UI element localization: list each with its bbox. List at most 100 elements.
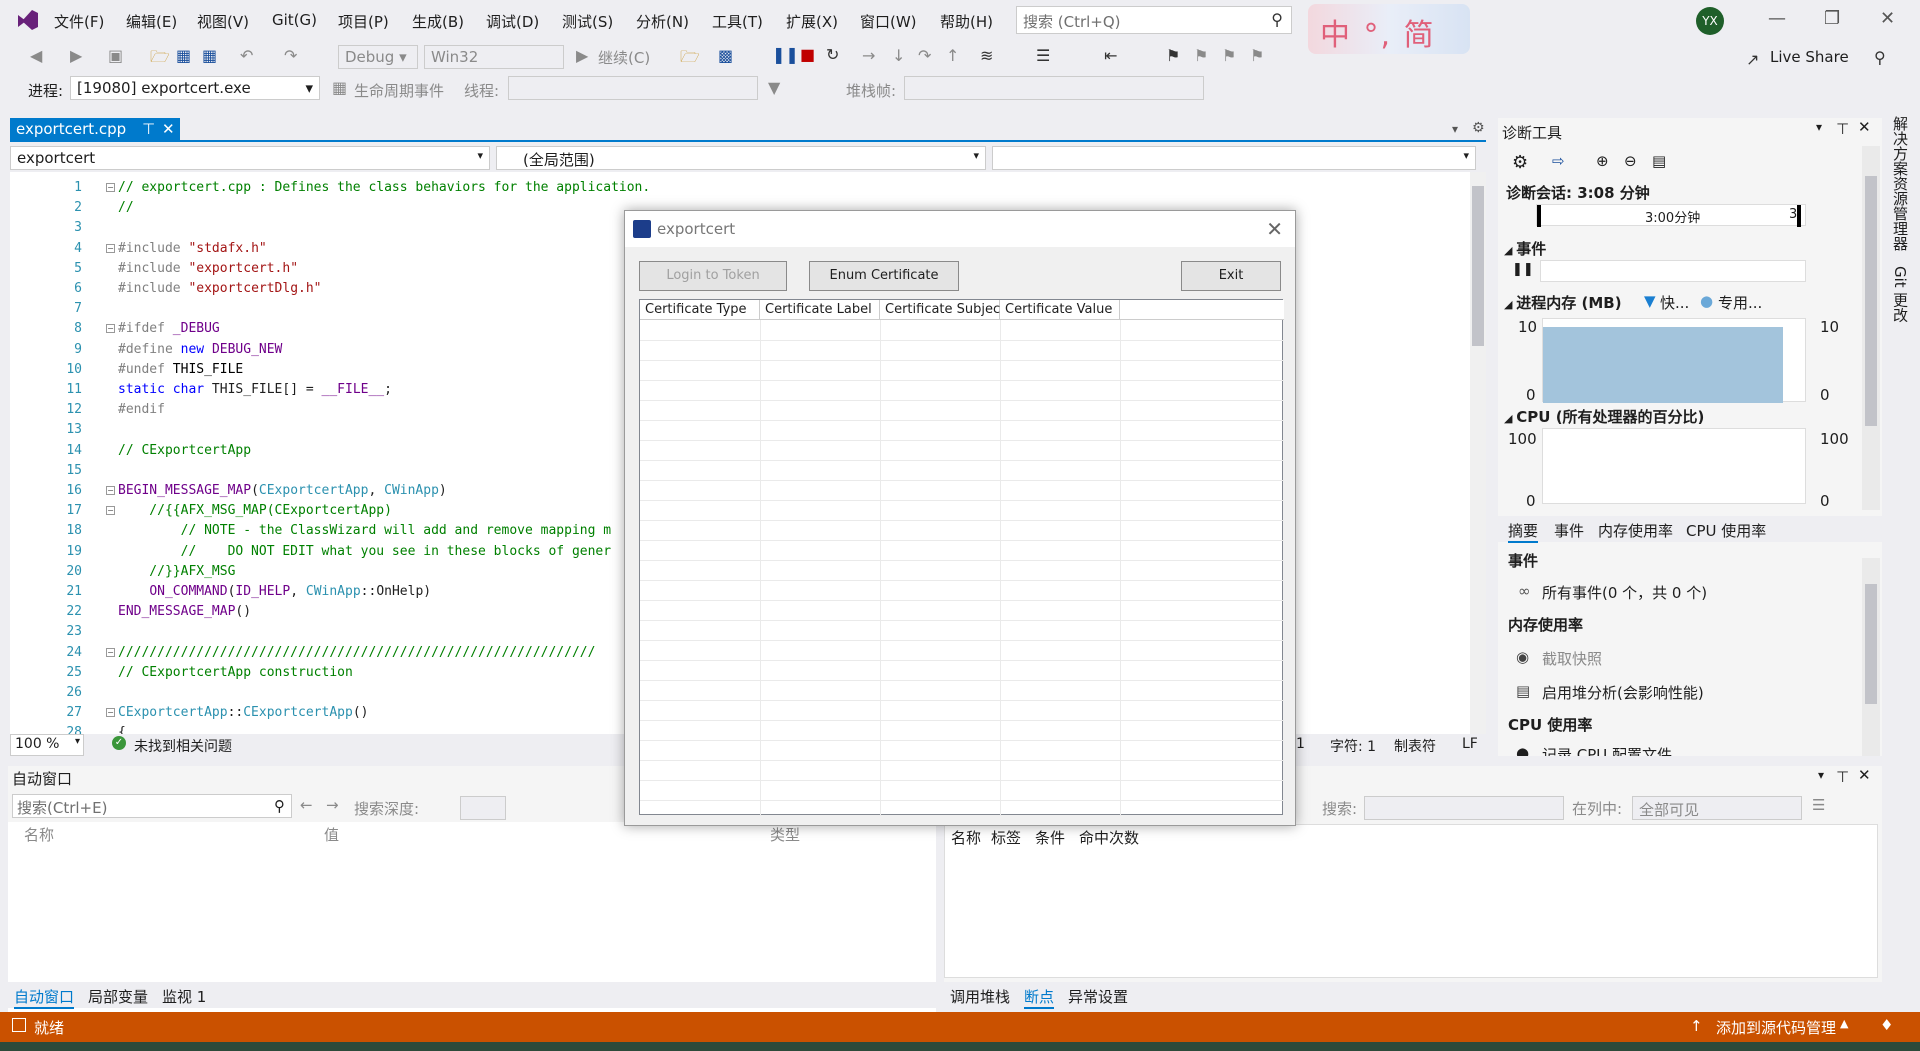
certificate-list[interactable]: Certificate Type Certificate Label Certi… (639, 299, 1284, 816)
bps-menu-icon[interactable]: ▾ (1818, 768, 1824, 782)
code-line[interactable]: ////////////////////////////////////////… (118, 645, 595, 660)
project-dropdown[interactable]: exportcert ▾ (10, 146, 490, 170)
continue-button[interactable]: 继续(C) (598, 47, 650, 68)
timeline-start-handle[interactable] (1537, 205, 1541, 227)
filter-icon[interactable]: ▼ (768, 78, 780, 97)
col-certificate-type[interactable]: Certificate Type (640, 300, 760, 320)
code-line[interactable]: // exportcert.cpp : Defines the class be… (118, 180, 650, 195)
clear-bookmarks-icon[interactable]: ⚑ (1250, 46, 1264, 65)
menu-window[interactable]: 窗口(W) (860, 11, 917, 32)
tab-cpu-usage[interactable]: CPU 使用率 (1686, 520, 1766, 541)
menu-view[interactable]: 视图(V) (197, 11, 249, 32)
code-line[interactable]: #include "exportcertDlg.h" (118, 281, 322, 296)
col-bp-name[interactable]: 名称 (951, 827, 981, 848)
chart-icon[interactable]: ▤ (1652, 152, 1666, 170)
forward-icon[interactable]: ▶ (70, 46, 82, 65)
tabs-status[interactable]: 制表符 (1394, 736, 1436, 756)
char-status[interactable]: 字符: 1 (1330, 736, 1376, 756)
step-over-icon[interactable]: ↷ (918, 46, 931, 65)
tab-summary[interactable]: 摘要 (1508, 520, 1539, 543)
tab-exportcert-cpp[interactable]: exportcert.cpp ⊤ ✕ (10, 118, 180, 142)
new-item-icon[interactable]: ▣ (108, 46, 123, 65)
add-to-source-control[interactable]: 添加到源代码管理 (1716, 1017, 1836, 1038)
diag-menu-icon[interactable]: ▾ (1816, 120, 1822, 134)
config-dropdown[interactable]: Debug ▾ (338, 45, 418, 69)
code-line[interactable]: // DO NOT EDIT what you see in these blo… (118, 544, 611, 559)
show-next-statement-icon[interactable]: → (862, 46, 875, 65)
open-folder-icon[interactable]: 🗁 (150, 46, 170, 73)
col-certificate-value[interactable]: Certificate Value (1000, 300, 1120, 320)
zoom-in-icon[interactable]: ⊕ (1596, 152, 1609, 170)
code-line[interactable]: //{{AFX_MSG_MAP(CExportcertApp) (118, 503, 392, 518)
menu-build[interactable]: 生成(B) (412, 11, 464, 32)
memory-graph[interactable] (1542, 318, 1806, 403)
menu-help[interactable]: 帮助(H) (940, 11, 993, 32)
restore-icon[interactable]: ❐ (1824, 8, 1840, 29)
code-line[interactable]: // NOTE - the ClassWizard will add and r… (118, 523, 611, 538)
col-certificate-subject[interactable]: Certificate Subject (880, 300, 1005, 320)
code-line[interactable]: BEGIN_MESSAGE_MAP(CExportcertApp, CWinAp… (118, 483, 447, 498)
col-bp-hitcount[interactable]: 命中次数 (1079, 827, 1139, 848)
pause-icon[interactable]: ❚❚ (772, 45, 799, 64)
back-icon[interactable]: ◀ (30, 46, 42, 65)
step-out-icon[interactable]: ↑ (946, 46, 959, 65)
feedback-icon[interactable]: ⚲ (1874, 48, 1886, 67)
code-line[interactable]: // CExportcertApp (118, 443, 251, 458)
login-to-token-button[interactable]: Login to Token (639, 261, 787, 291)
avatar[interactable]: YX (1696, 7, 1724, 35)
dialog-close-icon[interactable]: ✕ (1266, 217, 1283, 241)
save-icon[interactable]: ▦ (176, 46, 191, 65)
restart-icon[interactable]: ↻ (826, 45, 839, 64)
line-number-status[interactable]: 1 (1296, 736, 1305, 752)
line-ending-status[interactable]: LF (1462, 736, 1478, 752)
fold-toggle-icon[interactable]: − (106, 708, 115, 718)
undo-icon[interactable]: ↶ (240, 46, 253, 65)
menu-tools[interactable]: 工具(T) (712, 11, 763, 32)
code-line[interactable]: CExportcertApp::CExportcertApp() (118, 705, 368, 720)
diag-export-icon[interactable]: ⇨ (1552, 152, 1565, 170)
code-line[interactable]: // CExportcertApp construction (118, 665, 353, 680)
tab-memory-usage[interactable]: 内存使用率 (1598, 520, 1673, 541)
save-all-icon[interactable]: ▦ (202, 46, 217, 65)
autos-back-icon[interactable]: ← (300, 796, 313, 814)
tab-overflow-icon[interactable]: ▾ (1452, 122, 1458, 136)
take-snapshot-link[interactable]: 截取快照 (1542, 648, 1602, 669)
stack-frame-dropdown[interactable] (904, 76, 1204, 100)
solution-explorer-tab[interactable]: 解决方案资源管理器 (1890, 116, 1911, 251)
redo-icon[interactable]: ↷ (284, 46, 297, 65)
zoom-dropdown[interactable]: 100 % ▾ (10, 734, 84, 756)
code-line[interactable]: { (118, 725, 126, 734)
menu-file[interactable]: 文件(F) (54, 11, 104, 32)
col-certificate-label[interactable]: Certificate Label (760, 300, 880, 320)
col-name[interactable]: 名称 (24, 824, 54, 845)
search-depth-dropdown[interactable] (460, 796, 506, 820)
menu-analyze[interactable]: 分析(N) (636, 11, 689, 32)
tab-events[interactable]: 事件 (1554, 520, 1584, 541)
diag-pin-icon[interactable]: ⊤ (1836, 120, 1849, 138)
continue-icon[interactable]: ▶ (576, 46, 588, 65)
code-line[interactable]: ON_COMMAND(ID_HELP, CWinApp::OnHelp) (118, 584, 431, 599)
menu-project[interactable]: 项目(P) (338, 11, 389, 32)
zoom-out-icon[interactable]: ⊖ (1624, 152, 1637, 170)
code-line[interactable]: END_MESSAGE_MAP() (118, 604, 251, 619)
col-type[interactable]: 类型 (770, 824, 800, 845)
autos-search-input[interactable]: 搜索(Ctrl+E) ⚲ (12, 794, 292, 818)
prev-bookmark-icon[interactable]: ⚑ (1194, 46, 1208, 65)
diag-summary-scrollbar[interactable] (1862, 558, 1880, 756)
indent-icon[interactable]: ⇤ (1104, 46, 1117, 65)
menu-debug[interactable]: 调试(D) (486, 11, 539, 32)
record-cpu-profile-link[interactable]: 记录 CPU 配置文件 (1542, 744, 1672, 756)
cpu-graph[interactable] (1542, 428, 1806, 504)
tab-call-stack[interactable]: 调用堆栈 (950, 986, 1010, 1007)
bookmark-icon[interactable]: ⚑ (1166, 46, 1180, 65)
next-bookmark-icon[interactable]: ⚑ (1222, 46, 1236, 65)
tab-exception-settings[interactable]: 异常设置 (1068, 986, 1128, 1007)
code-line[interactable]: static char THIS_FILE[] = __FILE__; (118, 382, 392, 397)
tab-locals[interactable]: 局部变量 (88, 986, 148, 1007)
fold-toggle-icon[interactable]: − (106, 486, 115, 495)
code-line[interactable]: #define new DEBUG_NEW (118, 342, 282, 357)
stop-icon[interactable]: ■ (800, 45, 815, 64)
fold-toggle-icon[interactable]: − (106, 506, 115, 516)
exit-button[interactable]: Exit (1181, 261, 1281, 291)
hot-reload-icon[interactable]: ≋ (980, 46, 993, 65)
